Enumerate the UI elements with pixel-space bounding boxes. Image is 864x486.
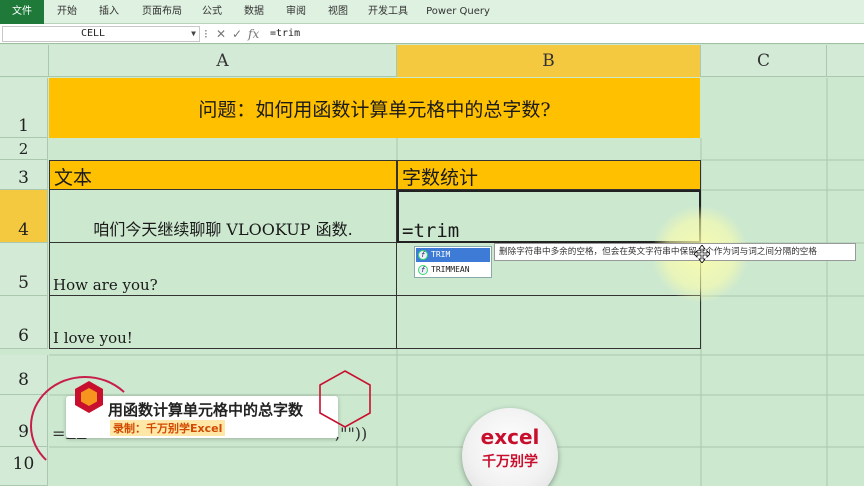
autocomplete-item-label: TRIMMEAN xyxy=(431,265,470,274)
title-cell[interactable]: 问题：如何用函数计算单元格中的总字数? xyxy=(49,78,700,138)
header-cell-text[interactable]: 文本 xyxy=(49,160,397,190)
overlay-title: 用函数计算单元格中的总字数 xyxy=(108,401,304,419)
autocomplete-item-trim[interactable]: f TRIM xyxy=(416,248,490,262)
cell-a5[interactable]: How are you? xyxy=(49,243,397,296)
cell-a6[interactable]: I love you! xyxy=(49,296,397,349)
function-autocomplete[interactable]: f TRIM f TRIMMEAN xyxy=(414,246,492,278)
autocomplete-item-label: TRIM xyxy=(431,250,451,259)
hexagon-outline-icon xyxy=(319,370,371,428)
function-icon: f xyxy=(418,250,428,260)
autocomplete-item-trimmean[interactable]: f TRIMMEAN xyxy=(416,263,490,277)
watermark-subtext: 千万别学 xyxy=(482,454,538,470)
function-tooltip: 删除字符串中多余的空格，但会在英文字符串中保留一个作为词与词之间分隔的空格 xyxy=(494,243,856,261)
hexagon-logo-icon xyxy=(75,381,103,413)
move-cursor-icon xyxy=(694,245,710,263)
cell-b6[interactable] xyxy=(397,296,701,349)
cell-a4[interactable]: 咱们今天继续聊聊 VLOOKUP 函数. xyxy=(49,190,397,243)
overlay-subtitle: 录制：千万别学Excel xyxy=(110,420,226,436)
function-icon: f xyxy=(418,265,428,275)
header-cell-count[interactable]: 字数统计 xyxy=(397,160,701,190)
watermark-text: excel xyxy=(480,425,540,449)
